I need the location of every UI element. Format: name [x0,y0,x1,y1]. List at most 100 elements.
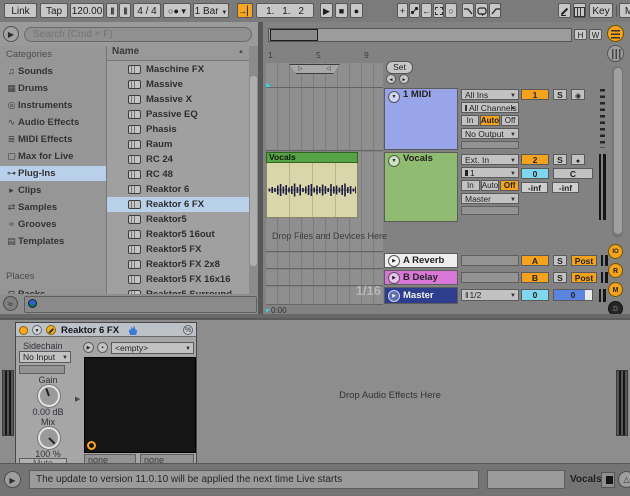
midi-input-channel-chooser[interactable]: All Channels▼ [461,102,519,113]
gain-knob[interactable] [38,385,60,407]
midi-input-type-chooser[interactable]: All Ins▼ [461,89,519,100]
overview-viewport-box[interactable] [270,29,318,41]
track-header-return-a[interactable]: ▶A Reverb [384,253,458,268]
punch-out-button[interactable] [489,3,501,18]
track-header-return-b[interactable]: ▶B Delay [384,270,458,285]
clip-body[interactable] [266,163,358,218]
list-item[interactable]: Reaktor5 FX 16x16 [107,272,249,287]
computer-midi-keyboard-button[interactable] [573,3,586,18]
fold-track-icon[interactable]: ▶ [388,290,400,302]
return-b-activator[interactable]: B [521,272,549,283]
track-header-master[interactable]: ▶Master [384,287,458,304]
sidebar-item-audio-effects[interactable]: ∿Audio Effects [0,115,106,130]
loop-button[interactable] [475,3,488,18]
vocals-pan-dial[interactable]: 0 [521,168,549,179]
hide-browser-button[interactable]: ▶ [3,26,19,42]
tap-tempo-button[interactable]: Tap [40,3,68,18]
punch-in-button[interactable] [462,3,474,18]
return-a-solo-button[interactable]: S [553,255,567,266]
arrangement-view-selector[interactable] [607,25,624,42]
list-item[interactable]: Reaktor5 [107,212,249,227]
list-item[interactable]: Reaktor 6 [107,182,249,197]
time-signature-field[interactable]: 4 / 4 [133,3,161,18]
master-volume-field[interactable]: 0 [553,289,593,301]
device-title-bar[interactable]: ▼ Reaktor 6 FX % [16,323,196,337]
sidebar-item-max-for-live[interactable]: ▢Max for Live [0,149,106,164]
stop-button[interactable]: ■ [335,3,348,18]
browser-scrollbar[interactable] [249,46,258,318]
sidebar-item-clips[interactable]: ▸Clips [0,183,106,198]
device-title[interactable]: Reaktor 6 FX [61,325,119,336]
device-activator-led[interactable] [19,326,28,335]
list-item[interactable]: Reaktor5 FX 2x8 [107,257,249,272]
vocals-volume-field[interactable]: -inf [521,182,548,193]
nudge-forward-button[interactable]: ► [399,74,409,84]
track-display-selector[interactable] [601,472,615,488]
automation-arm-button[interactable] [409,3,420,18]
sidebar-item-instruments[interactable]: ◎Instruments [0,98,106,113]
track-name[interactable]: A Reverb [403,255,444,266]
optimize-width-button[interactable]: W [589,29,602,40]
sidechain-input-chooser[interactable]: No Input▼ [19,351,71,363]
track-name[interactable]: 1 MIDI [403,89,431,100]
vocals-track-activator[interactable]: 2 [521,154,549,165]
plugin-program-save-button[interactable]: ▪ [97,342,108,353]
monitor-auto-button[interactable]: Auto [480,115,500,126]
set-loop-button[interactable]: Set [386,61,413,74]
plugin-preset-chooser[interactable]: <empty>▼ [111,342,194,354]
re-enable-automation-button[interactable]: ← [421,3,432,18]
headphone-preview-icon[interactable] [28,299,37,308]
list-item[interactable]: Phasis [107,122,249,137]
midi-map-button[interactable]: MID [619,3,630,18]
track-name[interactable]: Vocals [403,153,433,164]
arrangement-overview[interactable] [268,28,572,42]
vocals-crossfade-assign[interactable]: C [553,168,593,179]
beat-time-ruler[interactable]: 1 5 9 [266,50,383,63]
device-fold-button[interactable]: ▼ [32,325,42,335]
monitor-in-button[interactable]: In [461,180,480,191]
vocals-input-type-chooser[interactable]: Ext. In▼ [461,154,519,165]
vocals-audio-clip[interactable]: Vocals [266,152,358,218]
vocals-input-channel-chooser[interactable]: 1▼ [461,167,519,178]
list-item[interactable]: Massive [107,77,249,92]
preview-box[interactable] [24,296,257,313]
midi-solo-button[interactable]: S [553,89,567,100]
show-returns-toggle[interactable]: R [608,263,623,278]
sidebar-item-samples[interactable]: ⇄Samples [0,200,106,215]
arrangement-scrollbar[interactable] [612,66,623,238]
list-item[interactable]: Passive EQ [107,107,249,122]
master-cue-out-chooser[interactable]: ‖1/2▼ [461,289,519,301]
monitor-off-button[interactable]: Off [501,115,519,126]
sidebar-item-drums[interactable]: ▦Drums [0,81,106,96]
vocals-send-a-field[interactable]: -inf [552,182,579,193]
list-item[interactable]: Reaktor5 FX [107,242,249,257]
vocals-solo-button[interactable]: S [553,154,567,165]
capture-midi-button[interactable] [433,3,444,18]
track-name[interactable]: Master [403,290,434,301]
midi-arm-button[interactable]: ◉ [571,89,585,100]
fold-track-icon[interactable]: ▶ [388,272,400,284]
list-item[interactable]: Massive X [107,92,249,107]
groove-pool-button[interactable]: ≈ [3,296,18,311]
follow-button[interactable]: →▏ [237,3,253,18]
unfold-plugin-parameters-button[interactable]: % [183,325,193,335]
arrangement-scrollbar-thumb[interactable] [614,68,622,234]
session-record-button[interactable]: ○ [445,3,457,18]
vocals-arm-button[interactable]: ● [571,154,585,165]
list-item[interactable]: Raum [107,137,249,152]
sidebar-item-midi-effects[interactable]: ≣MIDI Effects [0,132,106,147]
quantization-menu[interactable]: 1 Bar ▼ [193,3,229,18]
track-drop-zone[interactable]: Drop Files and Devices Here [266,222,383,252]
link-button[interactable]: Link [4,3,37,18]
list-header-row[interactable]: Name ▲ [107,46,249,61]
show-info-view-button[interactable]: ▶ [4,471,21,488]
list-item-selected[interactable]: Reaktor 6 FX [107,197,249,212]
track-name[interactable]: B Delay [403,272,438,283]
mix-knob[interactable] [38,427,60,449]
loop-brace[interactable]: ▷ ◁ [289,64,340,74]
return-b-pre-post-toggle[interactable]: Post [571,272,597,283]
midi-output-type-chooser[interactable]: No Output▼ [461,128,519,139]
nudge-down-button[interactable]: |||| [106,3,118,18]
nudge-up-button[interactable]: |||| [119,3,131,18]
device-drop-zone[interactable] [200,320,615,464]
